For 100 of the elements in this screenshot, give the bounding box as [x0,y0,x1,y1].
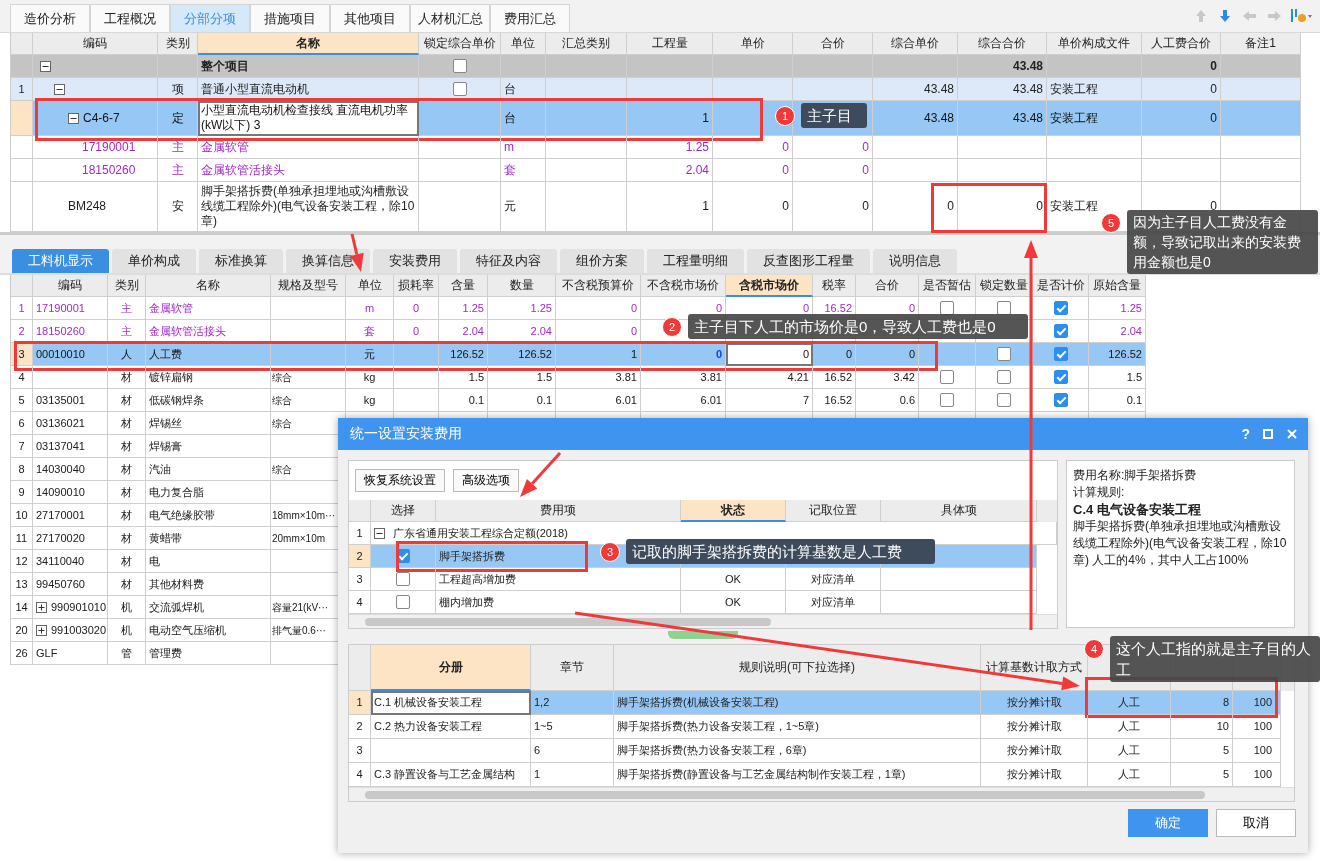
table-cell: 43.48 [958,55,1047,78]
table-cell: 机 [108,619,146,642]
checkbox[interactable] [1053,393,1068,407]
expand-icon[interactable] [36,601,47,613]
column-header: 费用项 [436,500,681,522]
table-cell: 0 [958,182,1047,232]
checkbox[interactable] [396,595,410,609]
detail-tab[interactable]: 特征及内容 [460,249,557,273]
table-cell: 1.25 [627,136,713,159]
table-cell: 34110040 [36,553,85,569]
table-cell: 交流弧焊机 [146,596,271,619]
module-tab[interactable]: 其他项目 [330,4,410,32]
collapse-icon[interactable] [40,60,51,72]
module-tab[interactable]: 造价分析 [10,4,90,32]
column-header: 单位 [346,275,394,297]
table-cell: 金属软管 [146,297,271,320]
edit-cell[interactable]: 小型直流电动机检查接线 直流电机功率(kW以下) 3 [198,101,419,136]
cancel-button[interactable]: 取消 [1216,809,1296,837]
table-cell: 人工费 [146,343,271,366]
table-cell: 焊锡膏 [146,435,271,458]
table-cell: 0 [793,159,873,182]
table-cell: 按分摊计取 [981,715,1088,739]
dialog-title: 统一设置安装费用 [350,425,462,443]
table-cell: 126.52 [439,343,488,366]
collapse-icon[interactable] [54,83,65,95]
table-cell: 按分摊计取 [981,739,1088,763]
collapse-handle[interactable] [668,631,738,639]
toolbar-button[interactable]: 高级选项 [453,469,519,492]
detail-tab[interactable]: 工程量明细 [647,249,744,273]
column-header: 具体项 [881,500,1037,522]
edit-cell[interactable]: C.1 机械设备安装工程 [371,691,531,715]
table-cell: 材 [108,550,146,573]
table-cell: m [346,297,394,320]
table-cell: 00010010 [36,346,85,362]
scrollbar[interactable] [349,787,1294,801]
table-cell: 0 [1142,78,1221,101]
table-cell: 焊锡丝 [146,412,271,435]
collapse-icon[interactable] [68,112,79,124]
callout-tooltip: 主子目下人工的市场价是0，导致人工费也是0 [688,314,1028,339]
scrollbar[interactable] [349,614,1057,628]
table-cell: 低碳钢焊条 [146,389,271,412]
settings-icon[interactable] [1290,8,1314,24]
table-cell: 材 [108,504,146,527]
checkbox[interactable] [452,59,467,73]
checkbox[interactable] [997,347,1011,361]
checkbox[interactable] [940,393,954,407]
toolbar-button[interactable]: 恢复系统设置 [355,469,445,492]
table-cell: 材 [108,389,146,412]
table-cell: 0 [1142,101,1221,136]
table-cell: 汽油 [146,458,271,481]
detail-tab[interactable]: 说明信息 [873,249,957,273]
module-tab[interactable]: 工程概况 [90,4,170,32]
table-cell: 43.48 [873,101,958,136]
table-cell: 100 [1233,691,1281,715]
checkbox[interactable] [1053,370,1068,384]
checkbox[interactable] [1053,347,1068,361]
module-tab[interactable]: 措施项目 [250,4,330,32]
table-cell: 脚手架搭拆费(热力设备安装工程，1~5章) [614,715,981,739]
maximize-icon[interactable] [1262,428,1274,440]
detail-tab[interactable]: 换算信息 [286,249,370,273]
column-header: 分册 [371,645,531,691]
detail-tab[interactable]: 标准换算 [199,249,283,273]
table-cell: 人工 [1088,691,1171,715]
module-tab[interactable]: 费用汇总 [490,4,570,32]
table-cell: 黄蜡带 [146,527,271,550]
callout-tooltip: 这个人工指的就是主子目的人工 [1110,636,1320,682]
callout-tooltip: 记取的脚手架搭拆费的计算基数是人工费 [626,539,935,564]
table-cell: 工程超高增加费 [436,568,681,591]
detail-tab[interactable]: 反查图形工程量 [747,249,870,273]
table-cell: 套 [501,159,546,182]
checkbox[interactable] [997,301,1011,315]
checkbox[interactable] [452,82,467,96]
close-icon[interactable] [1286,428,1298,440]
table-cell: 安装工程 [1047,101,1142,136]
table-cell: 0.1 [1089,389,1146,412]
checkbox[interactable] [997,370,1011,384]
edit-cell[interactable]: 0 [726,343,813,366]
table-cell: 43.48 [873,78,958,101]
table-cell: BM248 [68,199,107,214]
checkbox[interactable] [940,301,954,315]
checkbox[interactable] [997,393,1011,407]
row-number: 4 [11,366,33,389]
table-cell: 1.25 [439,297,488,320]
checkbox[interactable] [1053,301,1068,315]
expand-icon[interactable] [36,624,47,636]
table-cell: 其他材料费 [146,573,271,596]
table-cell: 100 [1233,715,1281,739]
table-cell: 电气绝缘胶带 [146,504,271,527]
detail-tab[interactable]: 安装费用 [373,249,457,273]
checkbox[interactable] [940,370,954,384]
module-tab[interactable]: 人材机汇总 [410,4,490,32]
row-number: 6 [11,412,33,435]
detail-tab[interactable]: 组价方案 [560,249,644,273]
checkbox[interactable] [396,572,410,586]
table-cell: 99450760 [36,576,85,592]
checkbox[interactable] [1053,324,1068,338]
collapse-icon[interactable] [374,527,385,539]
detail-tab[interactable]: 单价构成 [112,249,196,273]
table-cell: 4.21 [726,366,813,389]
table-cell: 0 [713,136,793,159]
